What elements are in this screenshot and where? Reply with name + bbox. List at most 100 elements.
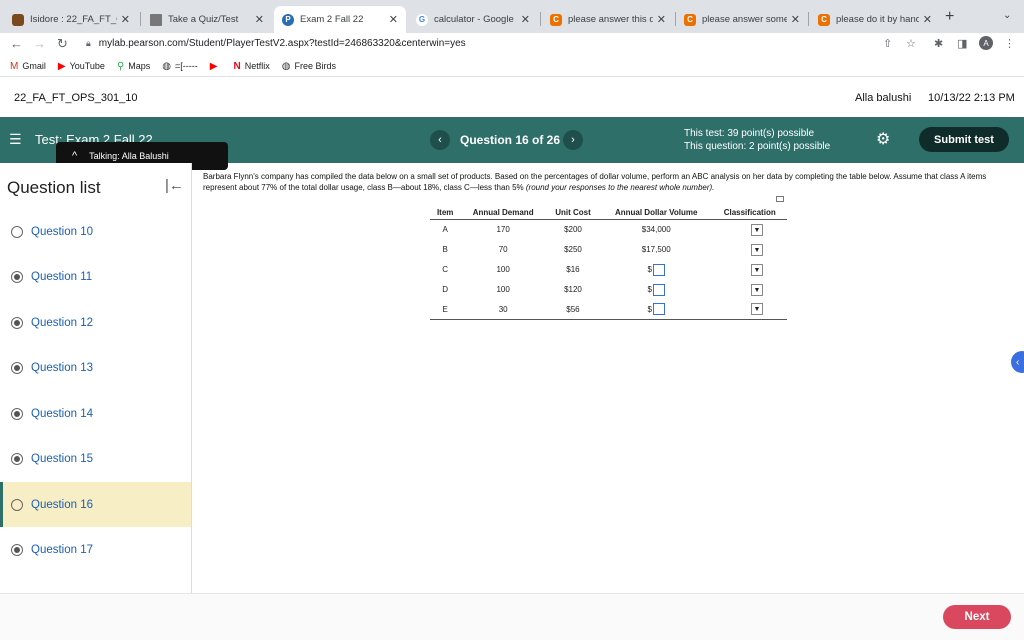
annual-dollar-volume-cell: $34,000 [641,225,671,235]
question-list-title: Question list [7,178,101,197]
column-header: Annual Demand [460,206,546,220]
menu-kebab-icon[interactable]: ⋮ [1004,37,1015,50]
course-title: 22_FA_FT_OPS_301_10 [14,92,138,104]
bookmark-maps[interactable]: ⚲ Maps [117,61,150,72]
classification-cell: ▼ [712,280,787,300]
bookmark-youtube[interactable]: ▶ YouTube [58,61,105,72]
chevron-up-icon[interactable]: ^ [72,150,77,162]
url-text: mylab.pearson.com/Student/PlayerTestV2.a… [98,38,466,49]
browser-tab[interactable]: C please do it by handw ✕ [810,6,940,33]
bookmark-netflix[interactable]: N Netflix [233,61,269,72]
chegg-icon: C [684,13,696,26]
dollar-volume-input-group: $ [648,263,665,276]
browser-tab[interactable]: C please answer some ✕ [676,6,808,33]
bookmark-free-birds[interactable]: ◍ Free Birds [282,61,336,72]
dollar-volume-input[interactable] [652,283,665,296]
browser-tab[interactable]: Take a Quiz/Test ✕ [142,6,272,33]
annual-demand-cell: 70 [498,245,508,254]
annual-dollar-volume-cell: $ [600,280,712,300]
tab-title: please answer some [702,14,787,25]
question-list-item[interactable]: Question 13 [0,346,191,391]
close-tab-icon[interactable]: ✕ [923,13,932,26]
question-list-item[interactable]: Question 17 [0,528,191,573]
maps-pin-icon: ⚲ [116,60,125,72]
annual-dollar-volume-cell: $ [600,299,713,320]
dollar-volume-input[interactable] [652,263,665,276]
classification-dropdown[interactable]: ▼ [751,243,763,256]
bookmark-gmail[interactable]: M Gmail [10,61,46,72]
submit-test-button[interactable]: Submit test [919,127,1009,152]
close-tab-icon[interactable]: ✕ [791,13,800,26]
browser-toolbar: ← → ↻ 🔒︎ mylab.pearson.com/Student/Playe… [0,33,1024,55]
tab-search-icon[interactable]: ⌄ [1003,10,1011,21]
profile-avatar[interactable]: A [979,36,993,50]
next-button[interactable]: Next [943,605,1011,629]
table-row: B 70 $250 $17,500 ▼ [430,240,787,260]
table-row: C 100 $16 $ ▼ [430,260,787,280]
annual-dollar-volume-cell: $ [600,260,712,280]
unanswered-radio-icon [11,498,23,511]
gear-icon[interactable]: ⚙ [876,129,890,149]
classification-dropdown[interactable]: ▼ [751,223,763,236]
question-list-label: Question 13 [31,362,94,374]
dollar-volume-input-group: $ [648,303,665,316]
dollar-volume-input[interactable] [652,303,665,316]
bookmark-youtube-2[interactable]: ▶ [210,61,222,72]
collapse-sidebar-icon[interactable]: |← [165,177,184,194]
answered-radio-icon [11,271,23,283]
close-tab-icon[interactable]: ✕ [389,13,398,26]
question-points: This question: 2 point(s) possible [684,141,831,152]
column-header: Item [430,206,461,220]
share-icon[interactable]: ⇧ [883,37,892,50]
next-question-arrow-button[interactable]: › [563,130,583,150]
page-header: 22_FA_FT_OPS_301_10 Alla balushi 10/13/2… [0,82,1024,114]
browser-tab-active[interactable]: P Exam 2 Fall 22 ✕ [274,6,406,33]
question-list-item[interactable]: Question 15 [0,437,191,482]
user-name: Alla balushi [855,92,912,104]
classification-dropdown[interactable]: ▼ [751,283,763,296]
answered-radio-icon [11,316,23,329]
question-list-item[interactable]: Question 10 [0,209,191,254]
pearson-icon: P [282,13,294,26]
answered-radio-icon [11,407,23,420]
classification-cell: ▼ [712,260,787,280]
item-cell: D [442,285,449,294]
table-copy-icon[interactable] [776,196,784,202]
close-tab-icon[interactable]: ✕ [255,13,264,26]
question-list-label: Question 17 [31,544,94,556]
browser-tab[interactable]: C please answer this qu ✕ [542,6,674,33]
classification-dropdown[interactable]: ▼ [751,263,763,276]
google-icon: G [416,13,428,26]
forward-icon[interactable]: → [33,36,46,51]
bookmark-item[interactable]: ◍ =[----- [162,61,197,72]
browser-tab[interactable]: G calculator - Google S ✕ [408,6,538,33]
reload-icon[interactable]: ↻ [57,36,68,52]
classification-dropdown[interactable]: ▼ [751,303,763,316]
question-list-item[interactable]: Question 12 [0,300,191,345]
unit-cost-cell: $250 [564,245,582,254]
browser-tab[interactable]: Isidore : 22_FA_FT_C ✕ [4,6,138,33]
table-row: E 30 $56 $ ▼ [430,299,787,320]
new-tab-icon[interactable]: + [945,8,954,26]
side-panel-icon[interactable]: ◨ [957,37,967,50]
address-bar[interactable]: 🔒︎ mylab.pearson.com/Student/PlayerTestV… [80,34,920,53]
extensions-icon[interactable]: ✱ [934,37,943,50]
question-list-item[interactable]: Question 14 [0,391,191,436]
close-tab-icon[interactable]: ✕ [657,13,666,26]
question-list-item[interactable]: Question 16 [0,482,191,527]
bookmarks-bar: M Gmail ▶ YouTube ⚲ Maps ◍ =[----- ▶ N Netfli… [0,56,1024,77]
tab-title: Take a Quiz/Test [168,14,239,25]
question-counter[interactable]: Question 16 of 26 [460,133,560,147]
dollar-volume-input-group: $ [648,283,665,296]
answered-radio-icon [11,544,23,556]
bookmark-star-icon[interactable]: ☆ [906,37,916,50]
close-tab-icon[interactable]: ✕ [121,13,130,26]
close-tab-icon[interactable]: ✕ [521,13,530,26]
previous-question-button[interactable]: ‹ [430,130,450,150]
back-icon[interactable]: ← [10,36,23,51]
question-list-item[interactable]: Question 11 [0,255,191,300]
hamburger-menu-icon[interactable]: ☰ [9,131,22,148]
column-header: Unit Cost [545,206,601,220]
tab-title: Exam 2 Fall 22 [300,14,364,25]
question-list-label: Question 12 [31,316,94,329]
